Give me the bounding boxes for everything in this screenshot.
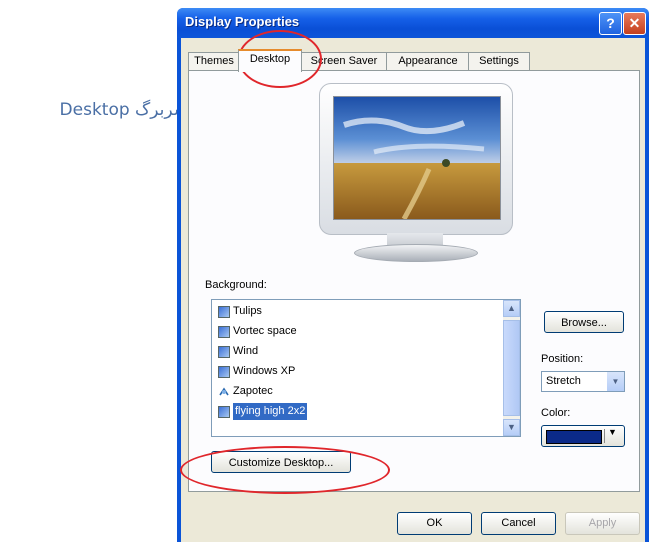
browse-button[interactable]: Browse... bbox=[544, 311, 624, 333]
monitor-stand-base bbox=[354, 244, 478, 262]
list-item[interactable]: Wind bbox=[218, 343, 258, 360]
tab-screen-saver[interactable]: Screen Saver bbox=[300, 52, 388, 70]
ok-button[interactable]: OK bbox=[397, 512, 472, 535]
chevron-down-icon: ▼ bbox=[608, 427, 617, 437]
tab-desktop[interactable]: Desktop bbox=[238, 49, 302, 72]
bitmap-icon bbox=[218, 345, 230, 358]
list-item[interactable]: Windows XP bbox=[218, 363, 295, 380]
bitmap-icon bbox=[218, 305, 230, 318]
close-button[interactable]: ✕ bbox=[623, 12, 646, 35]
help-button[interactable]: ? bbox=[599, 12, 622, 35]
annotation-label: سربرگ Desktop bbox=[59, 100, 188, 120]
list-scrollbar[interactable]: ▲ ▼ bbox=[503, 300, 520, 436]
color-label: Color: bbox=[541, 407, 571, 419]
apply-button[interactable]: Apply bbox=[565, 512, 640, 535]
wallpaper-preview bbox=[333, 96, 501, 220]
scroll-up-button[interactable]: ▲ bbox=[503, 300, 520, 317]
cancel-button[interactable]: Cancel bbox=[481, 512, 556, 535]
background-label: Background: bbox=[205, 279, 267, 291]
position-select[interactable]: Stretch ▼ bbox=[541, 371, 625, 392]
list-item[interactable]: Tulips bbox=[218, 303, 262, 320]
divider bbox=[604, 429, 605, 443]
html-icon bbox=[218, 386, 230, 398]
list-item-selected[interactable]: flying high 2x2 bbox=[218, 403, 308, 420]
scroll-down-button[interactable]: ▼ bbox=[503, 419, 520, 436]
monitor-preview bbox=[319, 83, 513, 235]
desktop-tab-panel: Background: Tulips Vortec space Wind Win… bbox=[188, 70, 640, 492]
window-title: Display Properties bbox=[185, 14, 300, 29]
display-properties-window: Display Properties ? ✕ Themes Desktop Sc… bbox=[177, 8, 649, 542]
tab-appearance[interactable]: Appearance bbox=[386, 52, 470, 70]
list-item[interactable]: Zapotec bbox=[218, 383, 273, 400]
color-picker-button[interactable]: ▼ bbox=[541, 425, 625, 447]
bitmap-icon bbox=[218, 365, 230, 378]
bitmap-icon bbox=[218, 405, 230, 418]
bitmap-icon bbox=[218, 325, 230, 338]
customize-desktop-button[interactable]: Customize Desktop... bbox=[211, 451, 351, 473]
dialog-client-area: Themes Desktop Screen Saver Appearance S… bbox=[181, 38, 645, 542]
position-label: Position: bbox=[541, 353, 584, 365]
title-bar[interactable]: Display Properties ? ✕ bbox=[177, 8, 649, 38]
chevron-down-icon: ▼ bbox=[607, 372, 624, 391]
tab-themes[interactable]: Themes bbox=[188, 52, 240, 70]
color-swatch bbox=[546, 430, 602, 444]
scroll-thumb[interactable] bbox=[503, 320, 520, 416]
list-item[interactable]: Vortec space bbox=[218, 323, 297, 340]
tab-settings[interactable]: Settings bbox=[468, 52, 530, 70]
background-list[interactable]: Tulips Vortec space Wind Windows XP Zapo… bbox=[211, 299, 521, 437]
